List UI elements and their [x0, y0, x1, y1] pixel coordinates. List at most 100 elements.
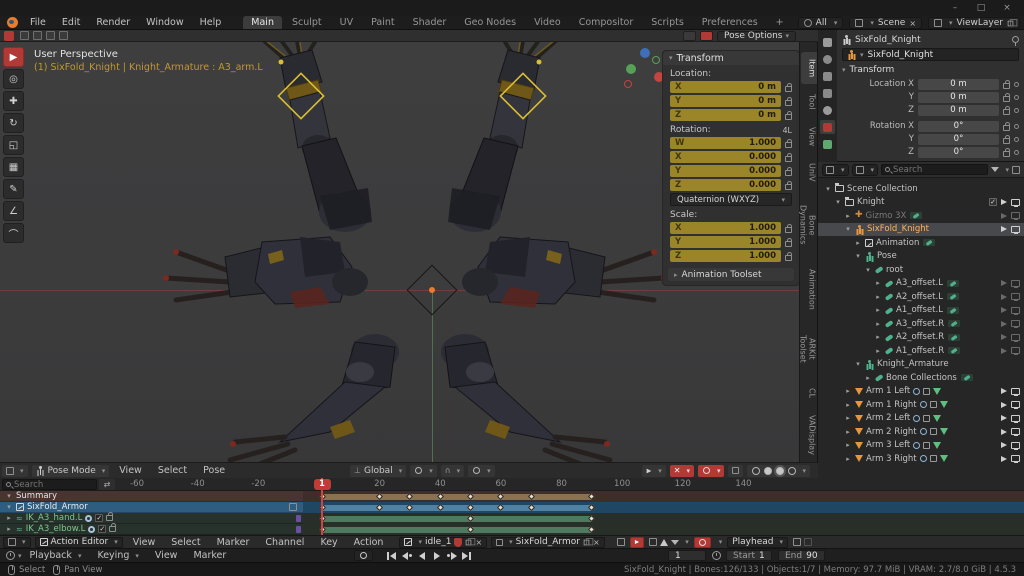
channel-row-ik-a3-elbow-l[interactable]: ▸≈IK_A3_elbow.L✓	[0, 524, 1024, 535]
filter-icon[interactable]	[991, 167, 999, 172]
modifier-wrench-icon[interactable]	[913, 415, 920, 422]
armature-modifier-icon[interactable]	[930, 455, 937, 462]
outliner-row-pose[interactable]: ▾Pose	[818, 250, 1024, 264]
outliner-row-arm-2-right[interactable]: ▸Arm 2 Right	[818, 425, 1024, 439]
outliner-row-arm-3-right[interactable]: ▸Arm 3 Right	[818, 452, 1024, 466]
viewlayer-new-icon[interactable]	[1008, 20, 1014, 26]
expand-arrow-icon[interactable]: ▾	[864, 266, 872, 274]
pivot-point-selector[interactable]: ▾	[410, 465, 437, 477]
window-close-button[interactable]: ×	[994, 3, 1020, 13]
modifier-wrench-icon[interactable]	[920, 428, 927, 435]
arm-top-right[interactable]	[448, 42, 566, 232]
rotation-mode-dropdown[interactable]: Quaternion (WXYZ)▾	[670, 193, 792, 206]
next-keyframe-button[interactable]	[444, 550, 459, 561]
sidebar-tab-tool[interactable]: Tool	[801, 87, 817, 117]
modifier-wrench-icon[interactable]	[913, 442, 920, 449]
pin-channel-icon[interactable]	[289, 503, 297, 511]
workspace-tab-main[interactable]: Main	[243, 16, 282, 29]
scene-selector[interactable]: ▾Scene×	[849, 17, 922, 29]
rotation-lock-toggle[interactable]: 4L	[782, 126, 792, 135]
timeline-menu-keying[interactable]: Keying ▾	[89, 550, 146, 561]
sidebar-tab-vadisplay[interactable]: VADisplay	[801, 408, 817, 462]
play-reverse-button[interactable]	[414, 550, 429, 561]
outliner-row-arm-1-right[interactable]: ▸Arm 1 Right	[818, 398, 1024, 412]
shading-wireframe-button[interactable]	[752, 467, 760, 475]
expand-arrow-icon[interactable]: ▸	[864, 374, 872, 382]
hide-in-viewport-icon[interactable]	[1011, 455, 1020, 462]
selectable-icon[interactable]	[1001, 321, 1007, 327]
select-mode-extend-icon[interactable]	[33, 31, 42, 40]
action-menu-action[interactable]: Action	[346, 537, 392, 548]
expand-arrow-icon[interactable]: ▸	[844, 212, 852, 220]
viewport-menu-view[interactable]: View	[111, 465, 150, 476]
expand-arrow-icon[interactable]: ▾	[854, 252, 862, 260]
arm-middle-left[interactable]	[163, 237, 368, 308]
outliner-row-gizmo-3x[interactable]: ▸✚Gizmo 3X	[818, 209, 1024, 223]
paste-keyframes-icon[interactable]	[804, 538, 812, 546]
lock-icon[interactable]	[785, 114, 792, 120]
lock-icon[interactable]	[1003, 151, 1010, 157]
current-frame-field[interactable]: 1	[668, 550, 706, 561]
lock-icon[interactable]	[1003, 83, 1010, 89]
timeline-menu-marker[interactable]: Marker	[185, 550, 234, 561]
hide-in-viewport-icon[interactable]	[1011, 212, 1020, 219]
workspace-tab-preferences[interactable]: Preferences	[694, 16, 766, 29]
viewport-menu-select[interactable]: Select	[150, 465, 195, 476]
prev-keyframe-button[interactable]	[399, 550, 414, 561]
action-menu-channel[interactable]: Channel	[257, 537, 312, 548]
selectable-icon[interactable]	[1001, 334, 1007, 340]
sidebar-tab-item[interactable]: Item	[801, 52, 817, 84]
outliner-row-arm-3-left[interactable]: ▸Arm 3 Left	[818, 439, 1024, 453]
arm-bottom-right[interactable]	[441, 334, 610, 462]
expand-arrow-icon[interactable]: ▾	[834, 198, 842, 206]
workspace-tab-paint[interactable]: Paint	[363, 16, 403, 29]
lock-icon[interactable]	[1003, 109, 1010, 115]
expand-arrow-icon[interactable]: ▸	[844, 428, 852, 436]
lock-icon[interactable]	[1003, 96, 1010, 102]
hide-in-viewport-icon[interactable]	[1011, 334, 1020, 341]
outliner-row-scene-collection[interactable]: ▾Scene Collection	[818, 182, 1024, 196]
select-mode-new-icon[interactable]	[20, 31, 29, 40]
snap-mode-dropdown[interactable]: Playhead▾	[727, 537, 788, 548]
outliner-row-a3-offset-l[interactable]: ▸A3_offset.L	[818, 277, 1024, 291]
transform-panel-header[interactable]: ▾Transform	[842, 64, 1019, 76]
lock-icon[interactable]	[785, 142, 792, 148]
expand-arrow-icon[interactable]: ▾	[844, 225, 852, 233]
lock-icon[interactable]	[785, 255, 792, 261]
animate-decorator-icon[interactable]	[1014, 108, 1019, 113]
animate-decorator-icon[interactable]	[1014, 82, 1019, 87]
unlink-action-icon[interactable]: ×	[475, 538, 482, 547]
armature-modifier-icon[interactable]	[923, 442, 930, 449]
hide-in-viewport-icon[interactable]	[1011, 293, 1020, 300]
property-value-field[interactable]: 0 m	[918, 79, 999, 90]
add-workspace-button[interactable]: +	[768, 16, 792, 29]
axis-neg-y-ball[interactable]	[652, 56, 660, 64]
axis-z-ball[interactable]	[640, 48, 650, 58]
sidebar-tab-univ[interactable]: UniV	[801, 156, 817, 189]
timeline-ruler[interactable]: -60-40-2020406080100120140	[0, 478, 1024, 491]
orientation-selector[interactable]: ⊥Global▾	[350, 465, 406, 477]
unlink-slot-icon[interactable]: ×	[593, 538, 600, 547]
show-overlays-toggle[interactable]: ▾	[698, 465, 725, 477]
new-action-icon[interactable]	[466, 539, 472, 545]
lock-icon[interactable]	[785, 227, 792, 233]
channel-row-summary[interactable]: ▾Summary	[0, 491, 1024, 502]
3d-viewport[interactable]: ▶◎✚↻◱▦✎∠⌒ User Perspective (1) SixFold_K…	[0, 42, 818, 462]
frame-end-field[interactable]: End90	[778, 550, 825, 561]
scene-unlink-icon[interactable]: ×	[909, 19, 916, 28]
expand-arrow-icon[interactable]: ▸	[844, 455, 852, 463]
expand-arrow-icon[interactable]: ▸	[874, 320, 882, 328]
show-gizmo-toggle[interactable]: ✕▾	[670, 465, 694, 477]
location-z-field[interactable]: Z0 m	[670, 109, 781, 121]
selectable-icon[interactable]	[1001, 388, 1007, 394]
workspace-tab-uv[interactable]: UV	[332, 16, 361, 29]
channel-header[interactable]: ▸≈IK_A3_elbow.L✓	[0, 524, 303, 535]
menu-help[interactable]: Help	[192, 17, 230, 28]
arm-bottom-left[interactable]	[230, 334, 399, 462]
outliner-row-knight-armature[interactable]: ▾Knight_Armature	[818, 358, 1024, 372]
properties-tab-view-layer[interactable]	[820, 86, 835, 100]
rotation-z-field[interactable]: Z0.000	[670, 179, 781, 191]
properties-breadcrumb[interactable]: SixFold_Knight	[842, 33, 1019, 46]
outliner-row-animation[interactable]: ▸Animation	[818, 236, 1024, 250]
menu-edit[interactable]: Edit	[54, 17, 88, 28]
